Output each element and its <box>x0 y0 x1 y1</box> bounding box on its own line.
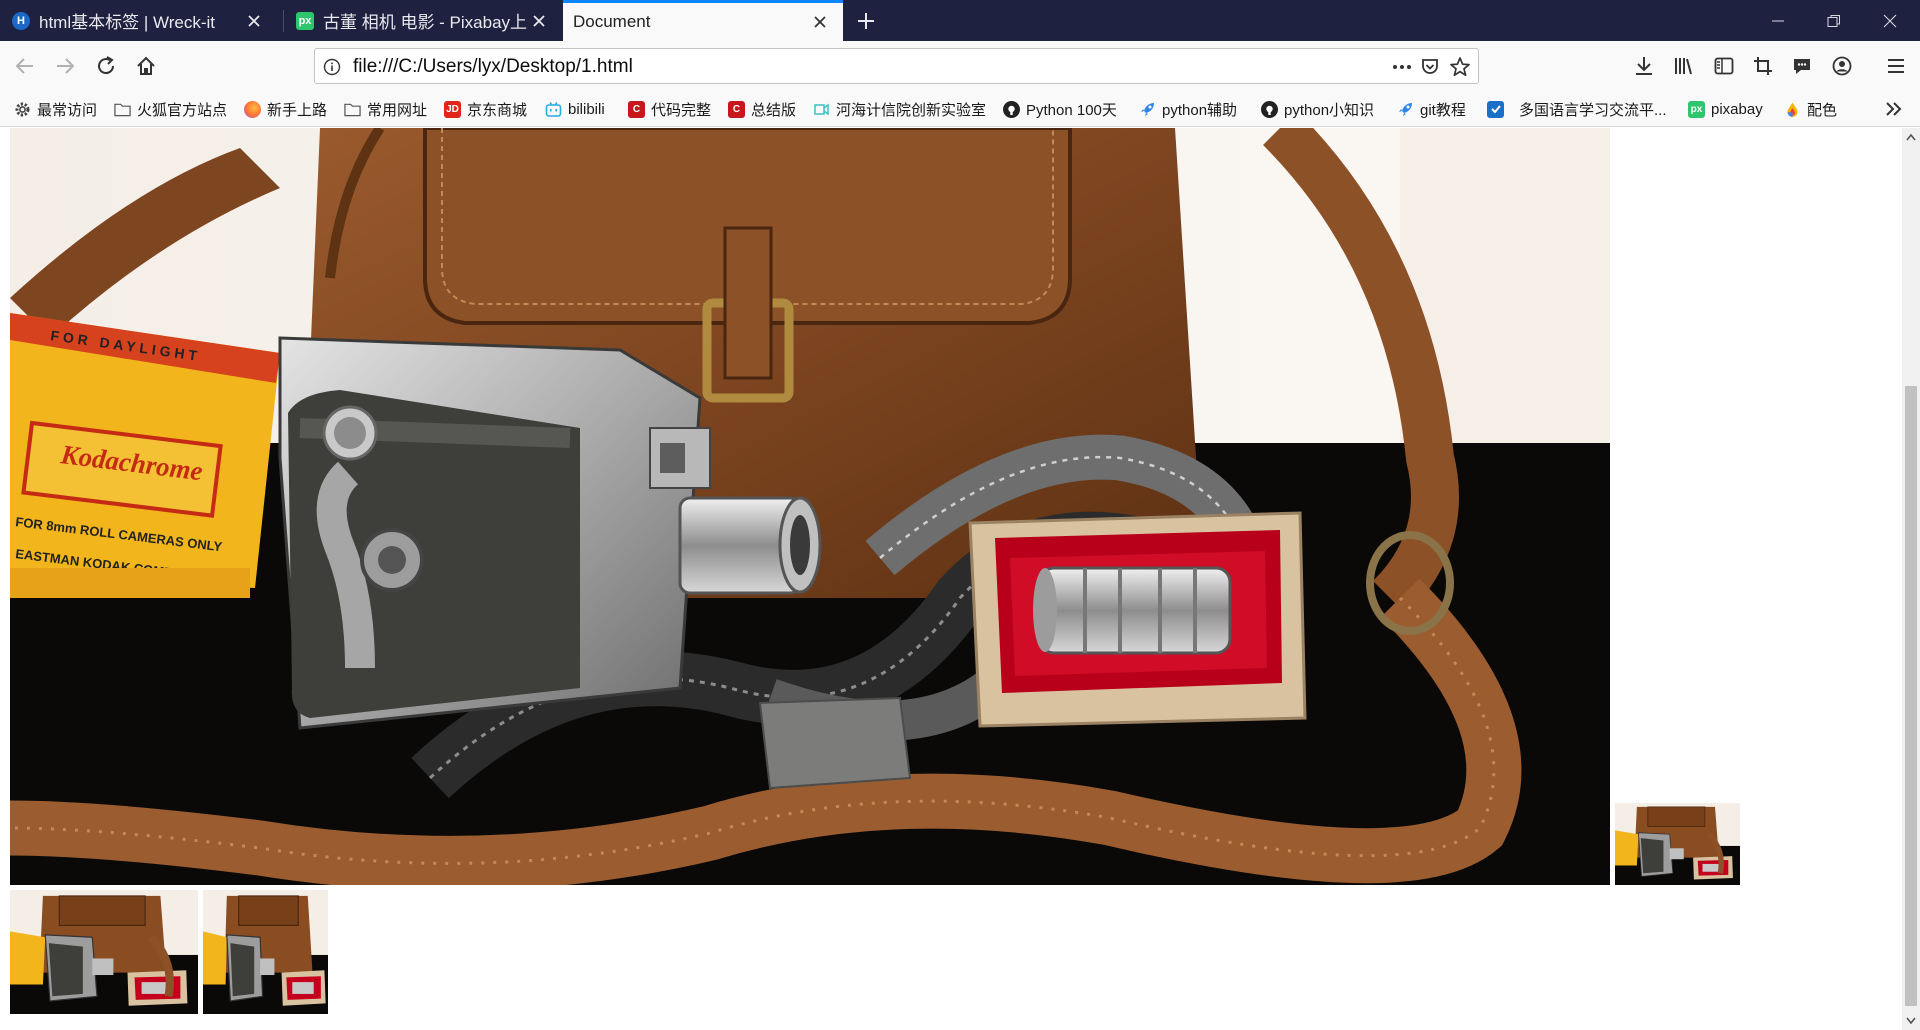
c-icon: C <box>628 100 645 118</box>
camera-photo-medium-2 <box>203 890 328 1014</box>
folder-icon <box>344 101 361 118</box>
url-text[interactable]: file:///C:/Users/lyx/Desktop/1.html <box>353 56 633 78</box>
bookmark-python-100-days[interactable]: Python 100天 <box>1003 98 1117 120</box>
info-icon[interactable] <box>319 54 345 80</box>
tab-favicon-icon: H <box>12 11 30 30</box>
github-icon <box>1003 100 1020 118</box>
bookmark-star-icon[interactable] <box>1447 54 1473 80</box>
tab-title: html基本标签 | Wreck-it <box>39 13 215 32</box>
bookmark-language-exchange[interactable]: 多国语言学习交流平... <box>1487 98 1667 120</box>
tab-title: Document <box>573 12 651 31</box>
palette-icon <box>1784 101 1801 118</box>
bookmark-git-tutorial[interactable]: git教程 <box>1397 98 1466 120</box>
scrollbar-thumb[interactable] <box>1905 386 1917 1006</box>
bookmark-hohai-lab[interactable]: 河海计信院创新实验室 <box>813 98 986 120</box>
menu-icon[interactable] <box>1880 50 1912 82</box>
downloads-icon[interactable] <box>1628 50 1660 82</box>
page-content: FOR DAYLIGHT Kodachrome FOR 8mm ROLL CAM… <box>0 128 1902 1030</box>
url-bar[interactable]: file:///C:/Users/lyx/Desktop/1.html <box>314 48 1479 84</box>
firefox-icon <box>244 100 261 118</box>
bookmark-pixabay[interactable]: px pixabay <box>1688 98 1763 120</box>
vertical-scrollbar[interactable] <box>1902 128 1920 1030</box>
folder-icon <box>114 101 131 118</box>
bookmark-bilibili[interactable]: bilibili <box>545 98 605 120</box>
account-icon[interactable] <box>1826 50 1858 82</box>
camera-photo-medium-1 <box>10 890 198 1014</box>
bookmark-common-sites[interactable]: 常用网址 <box>344 98 427 120</box>
bookmark-most-visited[interactable]: 最常访问 <box>14 98 97 120</box>
check-icon <box>1487 100 1504 118</box>
scroll-up-icon[interactable] <box>1902 128 1920 146</box>
bookmark-firefox-official[interactable]: 火狐官方站点 <box>114 98 227 120</box>
close-tab-icon[interactable] <box>243 10 265 32</box>
library-icon[interactable] <box>1668 50 1700 82</box>
close-tab-icon[interactable] <box>528 10 550 32</box>
rocket-icon <box>1397 101 1414 118</box>
tab-favicon-icon: px <box>296 11 314 30</box>
bookmark-summary[interactable]: C 总结版 <box>728 98 796 120</box>
reload-button[interactable] <box>90 50 122 82</box>
bookmark-getting-started[interactable]: 新手上路 <box>244 98 327 120</box>
pixabay-icon: px <box>1688 100 1705 118</box>
bookmarks-toolbar: 最常访问 火狐官方站点 新手上路 常用网址 JD 京东商城 bilibili C… <box>0 91 1920 127</box>
scroll-down-icon[interactable] <box>1902 1012 1920 1030</box>
bookmark-python-helper[interactable]: python辅助 <box>1139 98 1237 120</box>
chat-icon[interactable] <box>1786 50 1818 82</box>
tab-title: 古董 相机 电影 - Pixabay上的免费照片 <box>323 13 528 32</box>
forward-button[interactable] <box>49 50 81 82</box>
page-actions-icon[interactable] <box>1389 54 1415 80</box>
jd-icon: JD <box>444 100 461 118</box>
home-button[interactable] <box>130 50 162 82</box>
close-tab-icon[interactable] <box>809 11 831 33</box>
tab-pixabay[interactable]: px 古董 相机 电影 - Pixabay上的免费照片 <box>284 0 562 41</box>
github-icon <box>1261 100 1278 118</box>
screenshot-icon[interactable] <box>1747 50 1779 82</box>
rocket-icon <box>1139 101 1156 118</box>
back-button[interactable] <box>9 50 41 82</box>
bookmark-python-tips[interactable]: python小知识 <box>1261 98 1374 120</box>
pocket-icon[interactable] <box>1417 54 1443 80</box>
bookmark-color-scheme[interactable]: 配色 <box>1784 98 1837 120</box>
restore-button[interactable] <box>1806 0 1862 41</box>
gear-icon <box>14 101 31 118</box>
new-tab-button[interactable] <box>852 7 880 35</box>
minimize-button[interactable] <box>1750 0 1806 41</box>
lab-icon <box>813 101 830 118</box>
bilibili-icon <box>545 101 562 118</box>
bookmark-jd[interactable]: JD 京东商城 <box>444 98 527 120</box>
close-window-button[interactable] <box>1862 0 1918 41</box>
c-icon: C <box>728 100 745 118</box>
sidebar-icon[interactable] <box>1708 50 1740 82</box>
camera-photo-large: FOR DAYLIGHT Kodachrome FOR 8mm ROLL CAM… <box>10 128 1610 885</box>
tab-strip: H html基本标签 | Wreck-it px 古董 相机 电影 - Pixa… <box>0 0 1920 41</box>
camera-photo-thumbnail-right <box>1615 803 1740 885</box>
bookmarks-overflow-icon[interactable] <box>1884 98 1904 120</box>
bookmark-code-complete[interactable]: C 代码完整 <box>628 98 711 120</box>
navigation-toolbar: file:///C:/Users/lyx/Desktop/1.html <box>0 41 1920 91</box>
tab-html-basics[interactable]: H html基本标签 | Wreck-it <box>0 0 277 41</box>
tab-document[interactable]: Document <box>563 0 843 41</box>
